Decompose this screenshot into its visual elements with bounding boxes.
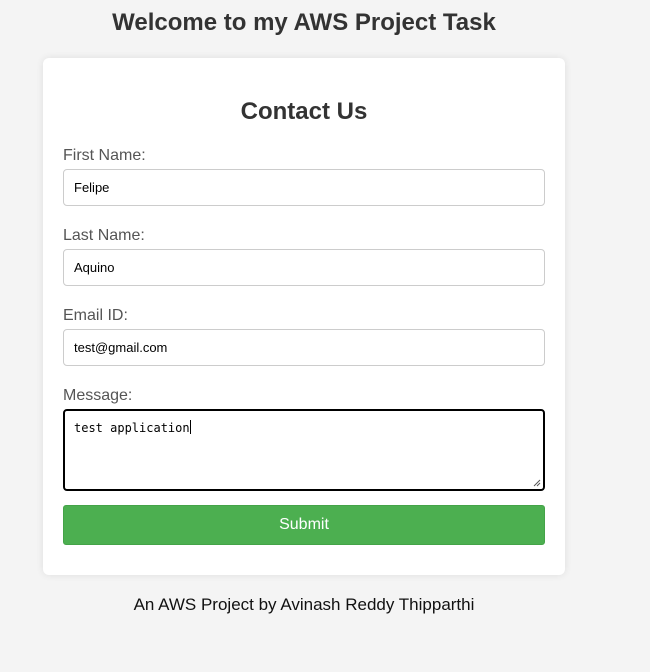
submit-button[interactable]: Submit: [63, 505, 545, 545]
contact-form-card: Contact Us First Name: Felipe Last Name:…: [43, 58, 565, 575]
first-name-label: First Name:: [63, 147, 146, 164]
last-name-label: Last Name:: [63, 227, 145, 244]
message-text: test application: [74, 421, 190, 435]
footer-credit: An AWS Project by Avinash Reddy Thippart…: [133, 595, 475, 614]
resize-handle-icon[interactable]: [533, 479, 541, 487]
message-label: Message:: [63, 387, 133, 404]
last-name-input[interactable]: Aquino: [63, 249, 545, 286]
email-input[interactable]: test@gmail.com: [63, 329, 545, 366]
form-title: Contact Us: [240, 98, 368, 125]
email-label: Email ID:: [63, 307, 128, 324]
message-textarea[interactable]: test application: [63, 409, 545, 491]
text-caret: [189, 420, 191, 434]
first-name-input[interactable]: Felipe: [63, 169, 545, 206]
page-title: Welcome to my AWS Project Task: [112, 9, 496, 36]
